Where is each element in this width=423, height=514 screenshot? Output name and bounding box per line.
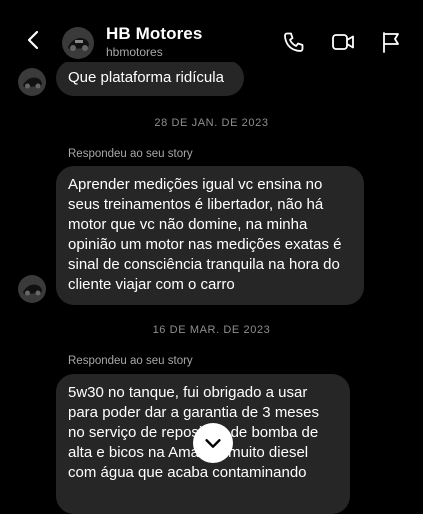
- message-bubble[interactable]: Que plataforma ridícula: [56, 60, 244, 96]
- scroll-to-bottom-button[interactable]: [193, 423, 233, 463]
- video-call-icon[interactable]: [331, 30, 355, 54]
- back-icon[interactable]: [22, 28, 46, 52]
- flag-icon[interactable]: [379, 30, 403, 54]
- contact-name[interactable]: HB Motores: [106, 24, 202, 44]
- sender-avatar[interactable]: [18, 275, 46, 303]
- sender-avatar[interactable]: [18, 68, 46, 96]
- chat-header: HB Motores hbmotores: [0, 0, 423, 62]
- chevron-down-icon: [205, 439, 221, 448]
- profile-avatar[interactable]: [62, 27, 94, 59]
- date-separator: 28 DE JAN. DE 2023: [154, 117, 269, 129]
- message-bubble[interactable]: Aprender medições igual vc ensina no seu…: [56, 166, 364, 305]
- phone-icon[interactable]: [282, 30, 306, 54]
- story-reply-label: Respondeu ao seu story: [68, 355, 193, 367]
- contact-username: hbmotores: [106, 45, 163, 59]
- message-text: Aprender medições igual vc ensina no seu…: [68, 176, 342, 293]
- story-reply-label: Respondeu ao seu story: [68, 148, 193, 160]
- message-text: Que plataforma ridícula: [68, 69, 224, 86]
- date-separator: 16 DE MAR. DE 2023: [152, 324, 271, 336]
